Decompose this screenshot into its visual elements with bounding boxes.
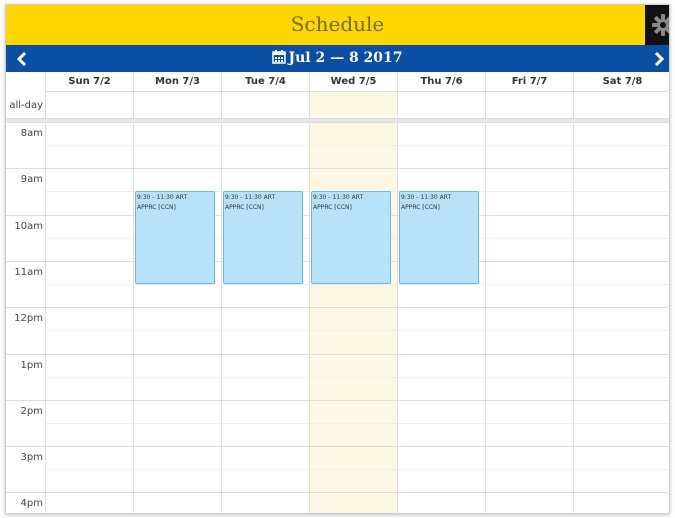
event-time-title: 9:30 - 11:30 ART <box>137 193 214 203</box>
week-range-title: Jul 2 — 8 2017 <box>6 45 669 72</box>
next-week-button[interactable] <box>647 45 669 72</box>
event-subtitle: APPRC [CCN] <box>225 204 264 211</box>
all-day-cell[interactable] <box>573 92 669 119</box>
chevron-left-icon <box>16 52 27 66</box>
hour-label: 8am <box>20 128 43 139</box>
day-column-line <box>221 122 222 513</box>
header-bar: Schedule <box>6 5 669 45</box>
day-header[interactable]: Sat 7/8 <box>573 72 669 92</box>
hour-label: 3pm <box>20 452 43 463</box>
event-time-title: 9:30 - 11:30 ART <box>313 193 390 203</box>
hour-line <box>6 492 669 493</box>
hour-line <box>6 400 669 401</box>
day-column-line <box>45 122 46 513</box>
day-header[interactable]: Fri 7/7 <box>485 72 573 92</box>
hour-label: 9am <box>20 174 43 185</box>
event-subtitle: APPRC [CCN] <box>137 204 176 211</box>
hour-label: 12pm <box>14 313 43 324</box>
hour-line <box>6 168 669 169</box>
event-time: 9:30 - 11:30 <box>225 194 262 201</box>
hour-label: 1pm <box>20 360 43 371</box>
event-time: 9:30 - 11:30 <box>313 194 350 201</box>
day-header[interactable]: Tue 7/4 <box>221 72 309 92</box>
day-header[interactable]: Mon 7/3 <box>133 72 221 92</box>
hour-label: 10am <box>14 221 43 232</box>
hour-line <box>6 122 669 123</box>
all-day-label: all-day <box>6 92 45 119</box>
gear-icon <box>652 14 669 36</box>
week-navigation: Jul 2 — 8 2017 <box>6 45 669 72</box>
all-day-cell[interactable] <box>397 92 485 119</box>
half-hour-line <box>45 423 669 424</box>
week-grid: all-day Sun 7/2 Mon 7/3 Tue 7/4 Wed 7/5 Thu … <box>6 72 669 513</box>
hour-label: 4pm <box>20 498 43 509</box>
event-time: 9:30 - 11:30 <box>401 194 438 201</box>
event-time: 9:30 - 11:30 <box>137 194 174 201</box>
all-day-cell[interactable] <box>133 92 221 119</box>
event-title: ART <box>175 194 188 201</box>
calendar-event[interactable]: 9:30 - 11:30 ART APPRC [CCN] <box>399 191 479 284</box>
event-subtitle: APPRC [CCN] <box>401 204 440 211</box>
calendar-widget: Schedule Jul 2 — 8 2017 all-day Sun 7/2 … <box>5 4 670 514</box>
half-hour-line <box>45 330 669 331</box>
today-column-highlight <box>309 92 397 513</box>
hour-label: 2pm <box>20 406 43 417</box>
day-header[interactable]: Sun 7/2 <box>45 72 133 92</box>
all-day-cell[interactable] <box>485 92 573 119</box>
event-time-title: 9:30 - 11:30 ART <box>401 193 478 203</box>
calendar-event[interactable]: 9:30 - 11:30 ART APPRC [CCN] <box>135 191 215 284</box>
all-day-cell[interactable] <box>309 92 397 119</box>
day-column-line <box>397 122 398 513</box>
calendar-icon <box>272 50 287 64</box>
hour-label: 11am <box>14 267 43 278</box>
event-title: ART <box>263 194 276 201</box>
prev-week-button[interactable] <box>10 45 36 72</box>
event-title: ART <box>351 194 364 201</box>
calendar-event[interactable]: 9:30 - 11:30 ART APPRC [CCN] <box>223 191 303 284</box>
half-hour-line <box>45 145 669 146</box>
day-column-line <box>485 122 486 513</box>
event-subtitle: APPRC [CCN] <box>313 204 352 211</box>
half-hour-line <box>45 284 669 285</box>
hour-line <box>6 354 669 355</box>
all-day-cell[interactable] <box>45 92 133 119</box>
event-time-title: 9:30 - 11:30 ART <box>225 193 302 203</box>
settings-button[interactable] <box>645 5 669 45</box>
page-title: Schedule <box>290 12 385 36</box>
day-header[interactable]: Thu 7/6 <box>397 72 485 92</box>
day-column-line <box>573 122 574 513</box>
half-hour-line <box>45 469 669 470</box>
event-title: ART <box>439 194 452 201</box>
chevron-right-icon <box>654 52 665 66</box>
all-day-cell[interactable] <box>221 92 309 119</box>
hour-line <box>6 307 669 308</box>
day-column-line <box>133 122 134 513</box>
day-column-line <box>309 122 310 513</box>
hour-line <box>6 446 669 447</box>
calendar-event[interactable]: 9:30 - 11:30 ART APPRC [CCN] <box>311 191 391 284</box>
week-range-label: Jul 2 — 8 2017 <box>288 50 403 66</box>
half-hour-line <box>45 377 669 378</box>
day-header[interactable]: Wed 7/5 <box>309 72 397 92</box>
